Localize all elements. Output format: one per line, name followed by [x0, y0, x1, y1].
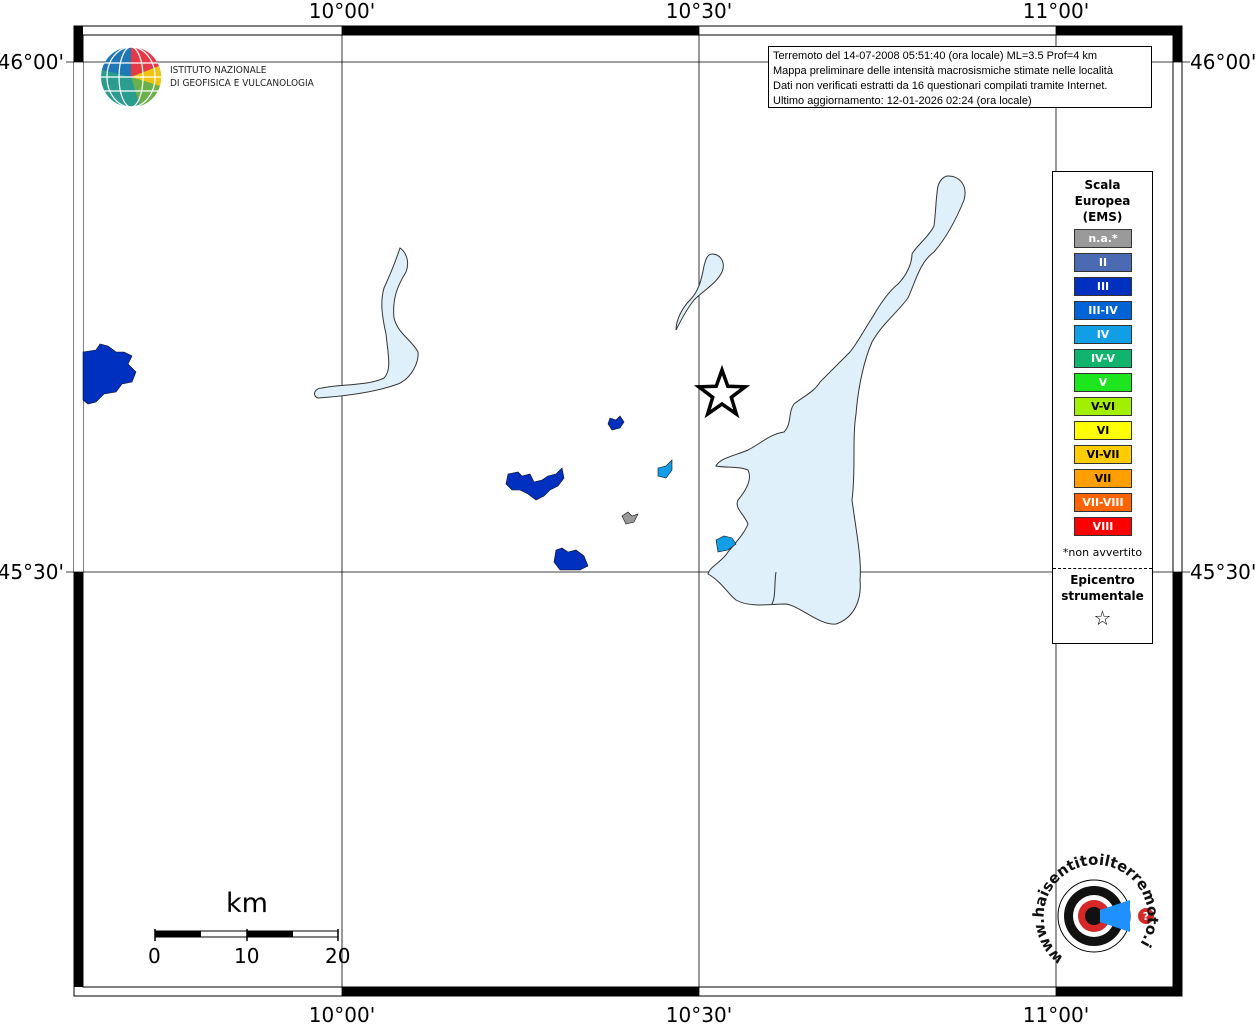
ingv-logo-text: ISTITUTO NAZIONALE DI GEOFISICA E VULCAN… [170, 64, 314, 90]
legend-title: Scala Europea (EMS) [1053, 177, 1152, 225]
top-label-1: 10°00' [309, 0, 375, 23]
legend-swatch-iv: IV [1074, 325, 1132, 344]
legend-title-line-1: Scala [1084, 178, 1121, 192]
legend-swatch-vii-viii: VII-VIII [1074, 493, 1132, 512]
scale-tick-20: 20 [325, 944, 351, 968]
legend-swatch-viii: VIII [1074, 517, 1132, 536]
legend-swatch-v: V [1074, 373, 1132, 392]
legend-swatch-ii: II [1074, 253, 1132, 272]
legend-swatch-vii: VII [1074, 469, 1132, 488]
legend-swatch-n-a: n.a.* [1074, 229, 1132, 248]
epicentre-legend: Epicentro strumentale ☆ [1053, 572, 1152, 630]
bottom-label-2: 10°30' [666, 1003, 732, 1024]
legend-swatch-iii: III [1074, 277, 1132, 296]
top-label-2: 10°30' [666, 0, 732, 23]
legend-swatch-vi-vii: VI-VII [1074, 445, 1132, 464]
left-label-2: 45°30' [0, 560, 64, 584]
scale-unit: km [226, 888, 268, 919]
na-note: *non avvertito [1062, 546, 1143, 559]
legend-swatch-v-vi: V-VI [1074, 397, 1132, 416]
bottom-label-1: 10°00' [309, 1003, 375, 1024]
legend-separator [1053, 568, 1152, 569]
event-info-box: Terremoto del 14-07-2008 05:51:40 (ora l… [768, 46, 1152, 108]
epicentre-legend-star-icon: ☆ [1093, 606, 1112, 630]
right-label-1: 46°00' [1190, 50, 1255, 74]
legend-title-line-3: (EMS) [1082, 210, 1123, 224]
info-line-1: Terremoto del 14-07-2008 05:51:40 (ora l… [773, 50, 1098, 62]
ingv-logo-icon [101, 46, 162, 108]
legend-swatch-vi: VI [1074, 421, 1132, 440]
left-label-1: 46°00' [0, 50, 64, 74]
info-line-2: Mappa preliminare delle intensità macros… [773, 65, 1113, 77]
epicentre-legend-line-2: strumentale [1061, 589, 1144, 603]
top-label-3: 11°00' [1023, 0, 1089, 23]
legend-swatch-iii-iv: III-IV [1074, 301, 1132, 320]
right-label-2: 45°30' [1190, 560, 1255, 584]
bottom-label-3: 11°00' [1023, 1003, 1089, 1024]
info-line-4: Ultimo aggiornamento: 12-01-2026 02:24 (… [773, 95, 1032, 107]
info-line-3: Dati non verificati estratti da 16 quest… [773, 80, 1108, 92]
logo-line-2: DI GEOFISICA E VULCANOLOGIA [170, 78, 314, 89]
legend-title-line-2: Europea [1074, 194, 1131, 208]
scale-tick-0: 0 [148, 944, 161, 968]
logo-line-1: ISTITUTO NAZIONALE [170, 65, 267, 76]
scale-tick-10: 10 [234, 944, 260, 968]
epicentre-legend-line-1: Epicentro [1070, 573, 1135, 587]
ems-legend: Scala Europea (EMS) n.a.* II III III-IV IV IV… [1052, 171, 1153, 644]
map-frame [73, 25, 1183, 997]
legend-swatch-iv-v: IV-V [1074, 349, 1132, 368]
